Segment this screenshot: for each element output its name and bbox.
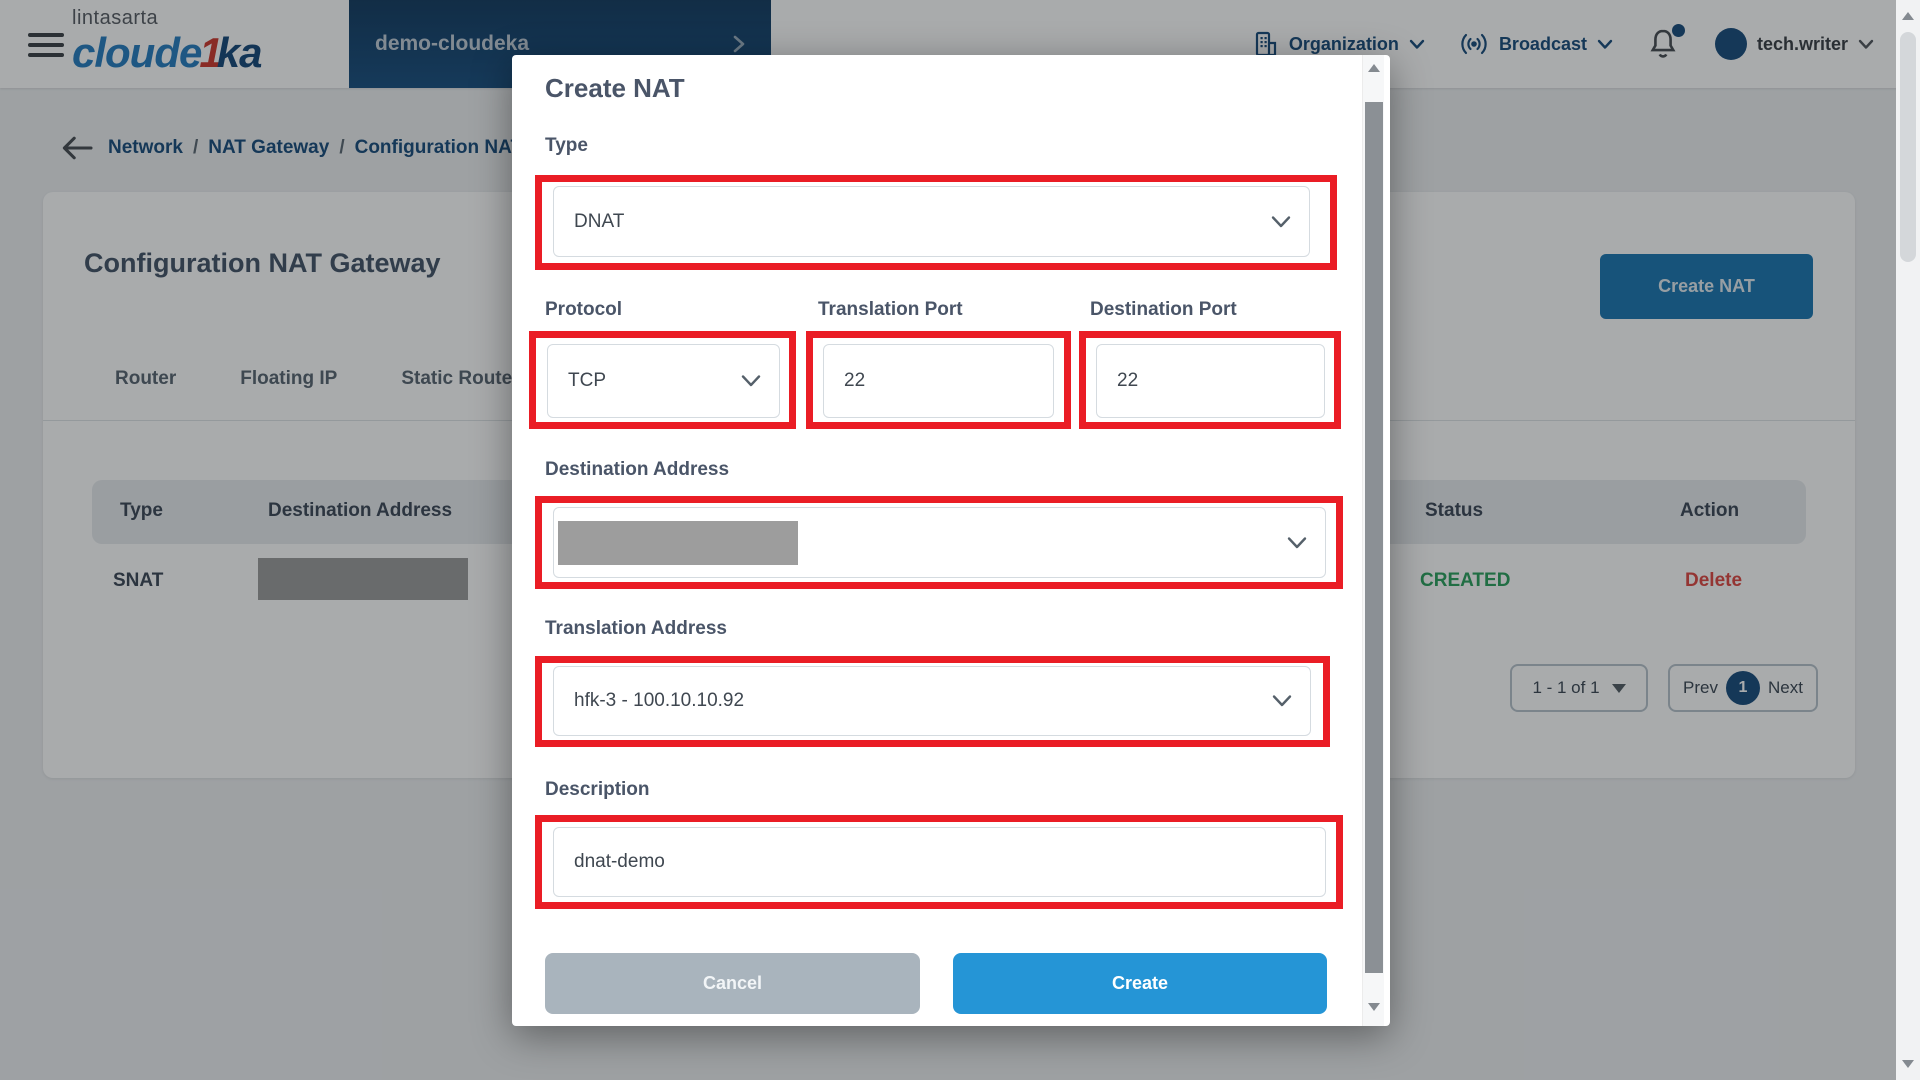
scroll-up-arrow-icon[interactable]: [1368, 64, 1380, 72]
modal-title: Create NAT: [545, 73, 685, 104]
description-input[interactable]: dnat-demo: [553, 827, 1326, 897]
create-nat-modal: Create NAT Type DNAT Protocol Translatio…: [512, 55, 1390, 1026]
type-select[interactable]: DNAT: [553, 186, 1310, 257]
destination-port-value: 22: [1097, 370, 1138, 392]
scroll-down-arrow-icon[interactable]: [1368, 1003, 1380, 1011]
type-value: DNAT: [554, 211, 624, 233]
chevron-down-icon: [741, 375, 761, 388]
destination-address-select[interactable]: [553, 507, 1326, 578]
page-scrollbar-thumb[interactable]: [1900, 32, 1916, 262]
scroll-up-arrow-icon[interactable]: [1902, 12, 1914, 20]
translation-address-value: hfk-3 - 100.10.10.92: [554, 690, 744, 712]
description-label: Description: [545, 779, 650, 801]
modal-scrollbar-thumb[interactable]: [1365, 102, 1383, 973]
modal-scrollbar[interactable]: [1362, 55, 1384, 1026]
translation-address-select[interactable]: hfk-3 - 100.10.10.92: [553, 666, 1311, 736]
protocol-select[interactable]: TCP: [547, 344, 780, 418]
app-viewport: lintasarta cloude1ka demo-cloudeka Organ…: [0, 0, 1920, 1080]
protocol-label: Protocol: [545, 299, 622, 321]
page-scrollbar[interactable]: [1896, 0, 1920, 1080]
translation-port-input[interactable]: 22: [823, 344, 1054, 418]
description-value: dnat-demo: [554, 851, 665, 873]
type-label: Type: [545, 135, 588, 157]
translation-address-label: Translation Address: [545, 618, 727, 640]
chevron-down-icon: [1287, 536, 1307, 549]
redacted-destination-address-value: [558, 521, 798, 565]
create-button[interactable]: Create: [953, 953, 1327, 1014]
destination-address-label: Destination Address: [545, 459, 729, 481]
cancel-button[interactable]: Cancel: [545, 953, 920, 1014]
scroll-down-arrow-icon[interactable]: [1902, 1060, 1914, 1068]
destination-port-label: Destination Port: [1090, 299, 1237, 321]
chevron-down-icon: [1271, 215, 1291, 228]
protocol-value: TCP: [548, 370, 606, 392]
chevron-down-icon: [1272, 695, 1292, 708]
destination-port-input[interactable]: 22: [1096, 344, 1325, 418]
translation-port-label: Translation Port: [818, 299, 963, 321]
translation-port-value: 22: [824, 370, 865, 392]
